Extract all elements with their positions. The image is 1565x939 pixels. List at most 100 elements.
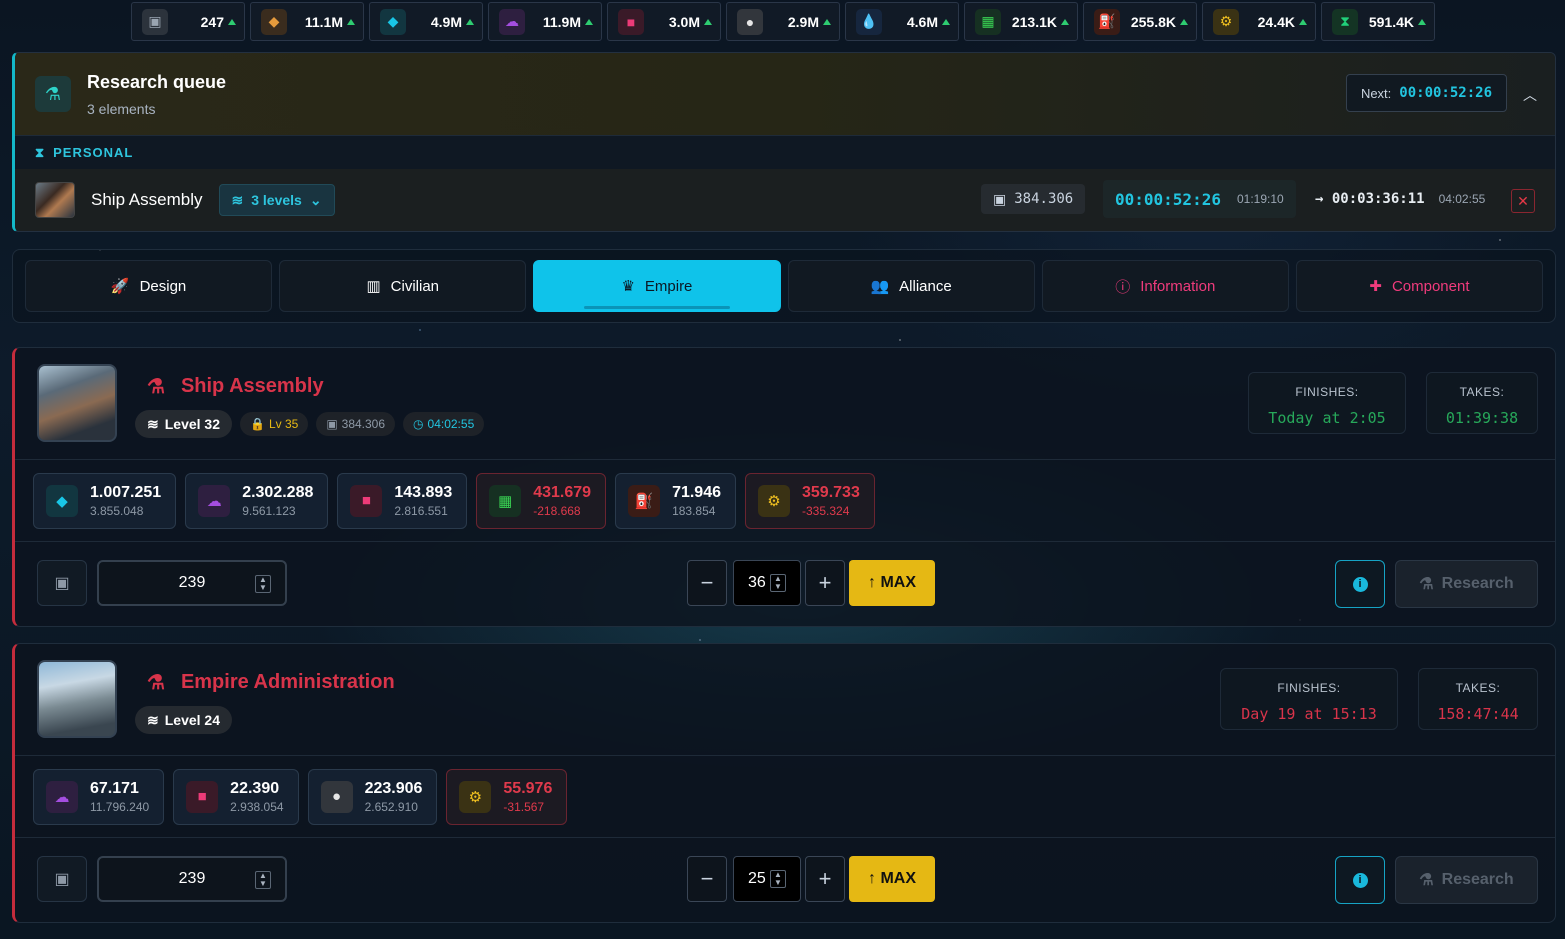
category-tabs: 🚀 Design ▥ Civilian ♛ Empire 👥 Alliance ⓘ Informa… bbox=[12, 249, 1556, 323]
resource-drop-blue[interactable]: 💧 4.6M bbox=[845, 2, 959, 41]
cloud-purple-icon: ☁ bbox=[46, 780, 78, 813]
cube-pink-icon: ■ bbox=[350, 484, 383, 517]
tab-design[interactable]: 🚀 Design bbox=[25, 260, 273, 312]
research-card-ship-assembly: ⚗ Ship Assembly ≋ Level 32 🔒 Lv 35 ▣ 384.306… bbox=[12, 347, 1556, 627]
flask-icon: ⚗ bbox=[1419, 872, 1434, 889]
tab-alliance[interactable]: 👥 Alliance bbox=[787, 260, 1035, 312]
cost-balance: -335.324 bbox=[802, 503, 850, 518]
research-title: Empire Administration bbox=[180, 671, 395, 693]
resource-crystal-cyan[interactable]: ◆ 4.9M bbox=[369, 2, 483, 41]
resource-sphere-white[interactable]: ● 2.9M bbox=[726, 2, 840, 41]
resource-gear-yellow[interactable]: ⚙ 24.4K bbox=[1202, 2, 1316, 41]
info-button[interactable]: i bbox=[1335, 856, 1385, 904]
research-queue-header[interactable]: ⚗ Research queue 3 elements Next: 00:00:… bbox=[15, 53, 1555, 135]
resource-chip-green[interactable]: ▦ 213.1K bbox=[964, 2, 1078, 41]
queue-item-end: → 00:03:36:11 04:02:55 bbox=[1315, 180, 1485, 218]
decrease-button[interactable]: − bbox=[687, 560, 727, 606]
chip-green-icon: ▦ bbox=[489, 484, 522, 517]
layers-icon: ≋ bbox=[147, 415, 159, 432]
stepper-arrows-icon[interactable]: ▲ ▼ bbox=[255, 575, 271, 593]
fuel-red-icon: ⛽ bbox=[1094, 8, 1120, 35]
research-title: Ship Assembly bbox=[180, 375, 324, 397]
resource-value: 247 bbox=[201, 14, 236, 30]
section-label: PERSONAL bbox=[53, 145, 134, 160]
cost-item: ☁ 2.302.288 9.561.123 bbox=[185, 472, 329, 529]
max-button[interactable]: ↑ MAX bbox=[849, 856, 935, 902]
timer-value: 00:00:52:26 bbox=[1115, 189, 1221, 209]
resource-value: 11.9M bbox=[543, 14, 593, 30]
flask-icon: ⚗ bbox=[35, 76, 71, 112]
research-thumbnail bbox=[37, 660, 117, 738]
target-level-input[interactable]: 36 ▲ ▼ bbox=[733, 560, 801, 606]
resource-hourglass-green[interactable]: ⧗ 591.4K bbox=[1321, 2, 1435, 41]
stepper-arrows-icon[interactable]: ▲ ▼ bbox=[770, 574, 786, 592]
level-badge: ≋ Level 32 bbox=[135, 410, 232, 438]
resource-cube-pink[interactable]: ■ 3.0M bbox=[607, 2, 721, 41]
research-queue-panel: ⚗ Research queue 3 elements Next: 00:00:… bbox=[12, 52, 1556, 232]
cost-item: ◆ 1.007.251 3.855.048 bbox=[33, 472, 177, 529]
required-cost-badge: ▣ 384.306 bbox=[316, 412, 396, 436]
diamond-orange-icon: ◆ bbox=[261, 8, 287, 35]
lock-icon: 🔒 bbox=[250, 417, 265, 431]
cost-item: ⚙ 55.976 -31.567 bbox=[446, 768, 568, 825]
sphere-white-icon: ● bbox=[320, 780, 353, 813]
increase-button[interactable]: + bbox=[805, 560, 845, 606]
collapse-chevron-icon[interactable]: ︿ bbox=[1523, 85, 1537, 105]
cancel-queue-button[interactable]: ✕ bbox=[1511, 189, 1535, 213]
cost-value: 384.306 bbox=[1014, 191, 1074, 207]
cloud-purple-icon: ☁ bbox=[499, 8, 525, 35]
info-button[interactable]: i bbox=[1335, 560, 1385, 608]
cost-row: ◆ 1.007.251 3.855.048 ☁ 2.302.288 9.561.123 ■ 1… bbox=[15, 460, 1555, 542]
action-row: ▣ 239 ▲ ▼ − 25 ▲ ▼ + ↑ MAX i ⚗ Research bbox=[15, 838, 1555, 922]
resource-fuel-red[interactable]: ⛽ 255.8K bbox=[1083, 2, 1197, 41]
tab-civilian[interactable]: ▥ Civilian bbox=[279, 260, 527, 312]
research-button[interactable]: ⚗ Research bbox=[1395, 856, 1538, 904]
gear-yellow-icon: ⚙ bbox=[459, 780, 492, 813]
tab-component[interactable]: ✚ Component bbox=[1295, 260, 1544, 312]
cost-balance: 9.561.123 bbox=[242, 503, 296, 518]
cost-amount: 359.733 bbox=[802, 483, 860, 501]
trend-up-icon bbox=[228, 18, 236, 25]
crystal-cyan-icon: ◆ bbox=[46, 484, 78, 517]
research-card-empire-administration: ⚗ Empire Administration ≋ Level 24 FINISHE… bbox=[12, 643, 1556, 923]
chip-green-icon: ▦ bbox=[975, 8, 1001, 35]
max-button[interactable]: ↑ MAX bbox=[849, 560, 935, 606]
end-sub: 04:02:55 bbox=[1438, 192, 1486, 206]
trend-up-icon bbox=[1061, 18, 1069, 25]
finishes-value: Today at 2:05 bbox=[1268, 409, 1386, 427]
tab-empire[interactable]: ♛ Empire bbox=[533, 260, 781, 312]
tab-information[interactable]: ⓘ Information bbox=[1041, 260, 1289, 312]
stepper-arrows-icon[interactable]: ▲ ▼ bbox=[255, 871, 271, 889]
component-icon: ✚ bbox=[1369, 278, 1382, 295]
resource-robot[interactable]: ▣ 247 bbox=[131, 2, 245, 41]
queue-item-timer: 00:00:52:26 01:19:10 bbox=[1103, 180, 1296, 218]
end-value: → 00:03:36:11 bbox=[1315, 191, 1425, 207]
finishes-box: FINISHES: Today at 2:05 bbox=[1248, 372, 1406, 434]
action-row: ▣ 239 ▲ ▼ − 36 ▲ ▼ + ↑ MAX i ⚗ Research bbox=[15, 542, 1555, 626]
civilian-icon: ▥ bbox=[366, 278, 381, 295]
required-level-badge: 🔒 Lv 35 bbox=[240, 412, 309, 436]
resource-value: 11.1M bbox=[305, 14, 355, 30]
stepper-arrows-icon[interactable]: ▲ ▼ bbox=[770, 870, 786, 888]
queue-section-personal: ⧗ PERSONAL bbox=[15, 135, 1555, 169]
resource-diamond-orange[interactable]: ◆ 11.1M bbox=[250, 2, 364, 41]
tab-label: Information bbox=[1140, 277, 1216, 295]
cube-pink-icon: ■ bbox=[618, 8, 644, 35]
gear-yellow-icon: ⚙ bbox=[1213, 8, 1239, 35]
levels-dropdown[interactable]: ≋ 3 levels ⌄ bbox=[218, 184, 335, 216]
decrease-button[interactable]: − bbox=[687, 856, 727, 902]
resource-cloud-purple[interactable]: ☁ 11.9M bbox=[488, 2, 602, 41]
information-icon: ⓘ bbox=[1115, 278, 1131, 296]
timer-sub: 01:19:10 bbox=[1236, 192, 1284, 206]
trend-up-icon bbox=[1180, 18, 1188, 25]
research-button[interactable]: ⚗ Research bbox=[1395, 560, 1538, 608]
research-thumbnail bbox=[37, 364, 117, 442]
workers-input[interactable]: 239 ▲ ▼ bbox=[97, 560, 287, 606]
workers-input[interactable]: 239 ▲ ▼ bbox=[97, 856, 287, 902]
increase-button[interactable]: + bbox=[805, 856, 845, 902]
target-level-input[interactable]: 25 ▲ ▼ bbox=[733, 856, 801, 902]
takes-value: 158:47:44 bbox=[1437, 705, 1519, 723]
queue-item-cost: ▣ 384.306 bbox=[981, 184, 1086, 214]
fuel-red-icon: ⛽ bbox=[628, 484, 661, 517]
queue-item-name: Ship Assembly bbox=[91, 190, 203, 209]
